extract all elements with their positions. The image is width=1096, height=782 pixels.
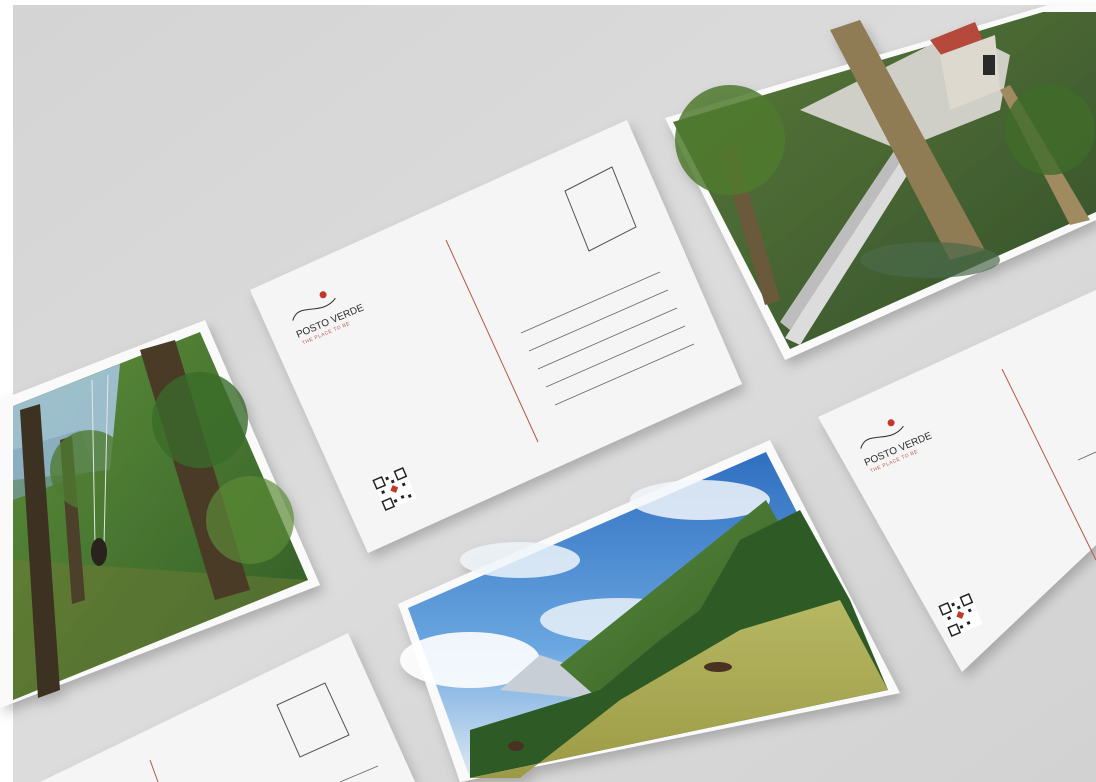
postcard-mockup-scene: POSTO VERDE THE PLACE TO BE POSTO VERDE xyxy=(0,0,1096,782)
